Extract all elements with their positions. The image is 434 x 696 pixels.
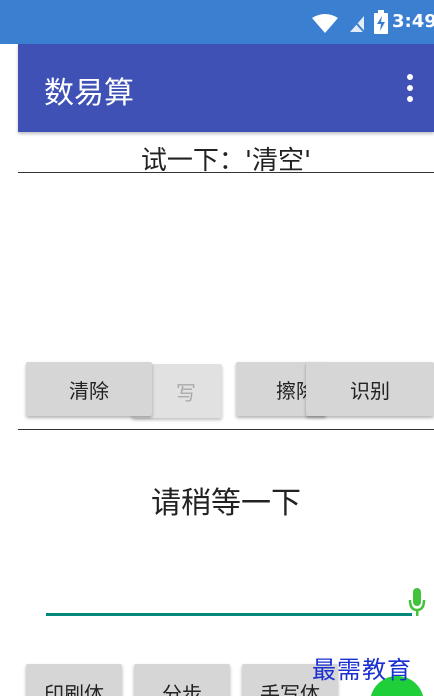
voice-input-line[interactable] bbox=[46, 613, 412, 616]
result-text: 请稍等一下 bbox=[151, 486, 301, 521]
step-label: 分步 bbox=[162, 682, 202, 696]
handwrite-label: 写 bbox=[176, 380, 196, 405]
recognize-label: 识别 bbox=[350, 378, 390, 403]
recognize-button[interactable]: 识别 bbox=[306, 362, 434, 416]
clear-button[interactable]: 清除 bbox=[26, 362, 152, 416]
print-mode-button[interactable]: 印刷体 bbox=[26, 664, 122, 696]
no-sim-icon bbox=[348, 14, 366, 34]
watermark: 最需教育 bbox=[312, 656, 412, 684]
app-bar: 数易算 bbox=[18, 44, 434, 132]
clear-label: 清除 bbox=[69, 378, 109, 403]
overflow-menu-icon[interactable] bbox=[406, 74, 414, 102]
print-mode-label: 印刷体 bbox=[44, 682, 104, 696]
divider-middle bbox=[18, 429, 434, 430]
handwriting-mode-label: 手写体 bbox=[260, 682, 320, 696]
battery-charging-icon bbox=[374, 10, 388, 34]
wifi-icon bbox=[312, 14, 338, 33]
status-time: 3:49 bbox=[392, 11, 434, 32]
step-button[interactable]: 分步 bbox=[134, 664, 230, 696]
app-title: 数易算 bbox=[44, 76, 134, 111]
microphone-icon[interactable] bbox=[408, 588, 426, 618]
status-bar: 3:49 bbox=[0, 0, 434, 44]
